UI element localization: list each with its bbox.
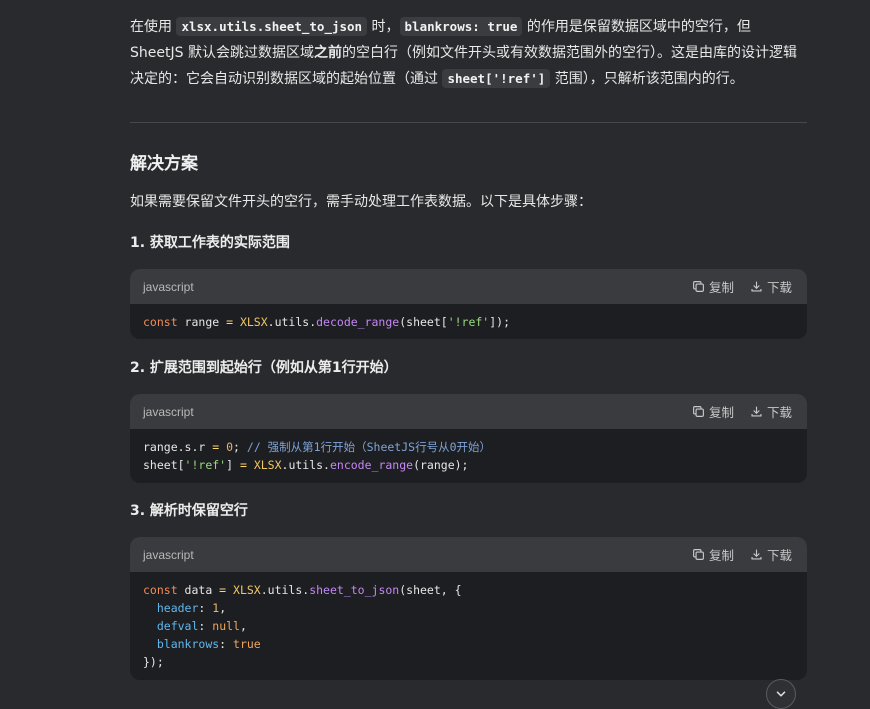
code-token: ; [233,440,240,454]
code-token: decode_range [316,315,400,329]
code-content: const range = XLSX.utils.decode_range(sh… [130,304,807,339]
intro-text-1: 在使用 [130,19,177,35]
intro-bold-text: 之前 [313,45,342,61]
code-token: const [143,583,178,597]
code-token: (sheet[ [399,315,448,329]
code-actions: 复制 下载 [692,545,792,564]
code-token: '!ref' [447,315,490,329]
code-token: 0 [219,440,234,454]
code-content: range.s.r = 0; // 强制从第1行开始（SheetJS行号从0开始… [130,429,807,483]
download-icon [751,406,762,417]
download-label: 下载 [766,280,792,295]
inline-code-sheet-to-json: xlsx.utils.sheet_to_json [176,17,368,36]
code-token: = [239,458,247,472]
code-block-3: javascript 复制 下载 const data = XLSX.utils… [130,537,807,680]
copy-label: 复制 [708,548,734,563]
copy-button[interactable]: 复制 [692,277,734,296]
code-token: true [226,637,261,651]
code-token: data [177,583,220,597]
code-token: XLSX [246,458,282,472]
code-token: ]); [489,315,511,329]
copy-icon [693,406,704,417]
code-token: (sheet, { [399,583,462,597]
code-content: const data = XLSX.utils.sheet_to_json(sh… [143,583,462,669]
intro-text-2: 时， [367,19,400,35]
code-actions: 复制 下载 [692,277,792,296]
code-header: javascript 复制 下载 [130,537,807,572]
code-token: blankrows [156,637,220,651]
code-token: XLSX [233,315,268,329]
intro-text-5: 范围），只解析该范围内的行。 [550,71,744,87]
inline-code-ref: sheet['!ref'] [442,69,551,88]
code-token: null [205,619,240,633]
code-token: defval [156,619,199,633]
download-button[interactable]: 下载 [750,402,792,421]
step-3-heading: 3. 解析时保留空行 [130,503,248,519]
copy-icon [693,281,704,292]
code-token: header [156,601,199,615]
code-token: const [143,315,178,329]
copy-label: 复制 [708,405,734,420]
code-token: .utils. [281,458,330,472]
intro-paragraph: 在使用 xlsx.utils.sheet_to_json 时， blankrows… [130,14,807,92]
download-label: 下载 [766,548,792,563]
copy-label: 复制 [708,280,734,295]
code-token: '!ref' [184,458,227,472]
download-button[interactable]: 下载 [750,545,792,564]
section-title: 解决方案 [130,154,198,174]
step-1-heading: 1. 获取工作表的实际范围 [130,235,290,251]
code-token: sheet[ [143,458,185,472]
download-button[interactable]: 下载 [750,277,792,296]
code-token: }); [143,655,164,669]
code-token: encode_range [329,458,414,472]
code-language-label: javascript [143,279,194,294]
copy-icon [693,549,704,560]
code-token: range [177,315,227,329]
code-language-label: javascript [143,404,194,419]
section-divider [130,122,807,123]
copy-button[interactable]: 复制 [692,402,734,421]
inline-code-blankrows: blankrows: true [399,17,523,36]
code-token: 1 [205,601,220,615]
code-token: (range); [413,458,469,472]
section-lead: 如果需要保留文件开头的空行，需手动处理工作表数据。以下是具体步骤： [130,194,592,210]
code-language-label: javascript [143,547,194,562]
code-token: sheet_to_json [309,583,400,597]
download-icon [751,549,762,560]
code-token: ] [226,458,240,472]
code-header: javascript 复制 下载 [130,394,807,429]
chevron-down-icon [776,691,786,697]
step-2-heading: 2. 扩展范围到起始行（例如从第1行开始） [130,360,398,376]
download-icon [751,281,762,292]
code-token: range.s.r [143,440,213,454]
code-comment: // 强制从第1行开始（SheetJS行号从0开始） [239,440,491,454]
code-token: .utils. [267,315,317,329]
download-label: 下载 [766,405,792,420]
code-block-2: javascript 复制 下载 range.s.r = 0; // 强制从第1… [130,394,807,483]
code-actions: 复制 下载 [692,402,792,421]
code-token: XLSX [226,583,261,597]
scroll-to-bottom-button[interactable] [766,679,796,709]
code-header: javascript 复制 下载 [130,269,807,304]
copy-button[interactable]: 复制 [692,545,734,564]
code-token: = [226,315,234,329]
code-token: .utils. [260,583,310,597]
code-block-1: javascript 复制 下载 const range = XLSX.util… [130,269,807,339]
